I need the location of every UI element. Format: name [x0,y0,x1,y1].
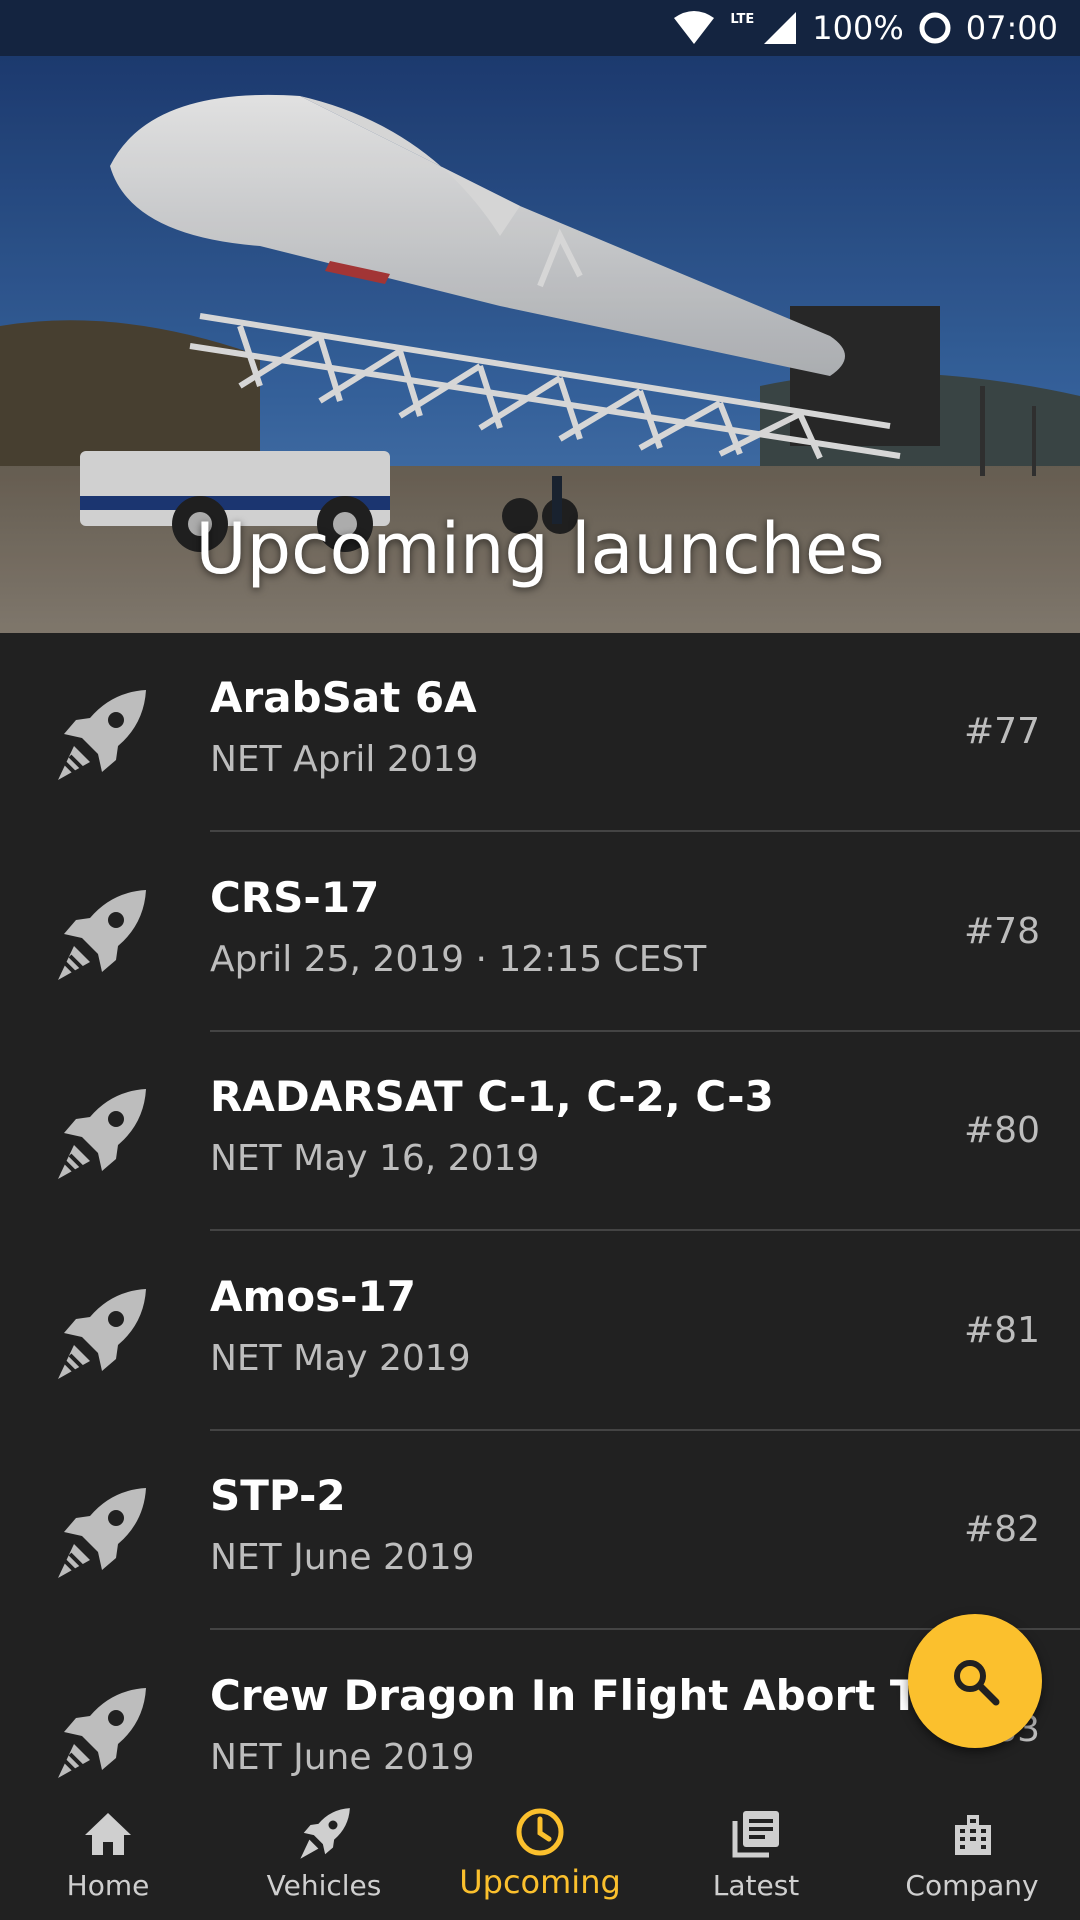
rocket-icon [58,890,146,980]
page-title: Upcoming launches [195,508,885,590]
nav-home[interactable]: Home [0,1793,216,1920]
launch-date: April 25, 2019 · 12:15 CEST [210,939,707,980]
status-bar: LTE 100% 07:00 [0,0,1080,56]
nav-label: Company [905,1869,1039,1902]
nav-upcoming[interactable]: Upcoming [432,1793,648,1920]
mission-name: Crew Dragon In Flight Abort Test [210,1671,987,1720]
home-icon [85,1813,131,1855]
nav-label: Home [66,1869,150,1902]
wifi-icon [674,11,715,44]
nav-label: Vehicles [266,1869,382,1902]
mission-name: Amos-17 [210,1272,417,1321]
flight-number: #82 [964,1509,1040,1550]
clock-icon [516,1808,564,1856]
rocket-icon [58,1289,146,1379]
launch-list-item[interactable]: CRS-17 April 25, 2019 · 12:15 CEST #78 [0,833,1080,1032]
rocket-icon [58,1488,146,1578]
nav-company[interactable]: Company [864,1793,1080,1920]
battery-text: 100% [812,9,904,47]
rocket-icon [58,690,146,780]
library-icon [732,1811,779,1858]
network-type: LTE [730,11,755,27]
header-banner: Upcoming launches [0,56,1080,633]
nav-latest[interactable]: Latest [648,1793,864,1920]
launch-list-item[interactable]: Amos-17 NET May 2019 #81 [0,1232,1080,1431]
mission-name: ArabSat 6A [210,673,477,722]
nav-label: Upcoming [459,1863,621,1901]
rocket-icon [58,1688,146,1778]
search-icon [954,1660,1000,1706]
launch-date: NET May 2019 [210,1338,471,1379]
nav-label: Latest [712,1869,800,1902]
bottom-navigation: Home Vehicles Upcoming Latest Company [0,1793,1080,1920]
mission-name: RADARSAT C-1, C-2, C-3 [210,1072,774,1121]
flight-number: #78 [964,911,1040,952]
clock-time: 07:00 [965,9,1058,47]
battery-saver-icon [919,12,951,44]
flight-number: #81 [964,1310,1040,1351]
rocket-icon [300,1808,350,1859]
mission-name: CRS-17 [210,873,380,922]
nav-vehicles[interactable]: Vehicles [216,1793,432,1920]
launch-list[interactable]: ArabSat 6A NET April 2019 #77 CRS-17 Apr… [0,633,1080,1793]
flight-number: #77 [964,711,1040,752]
launch-list-item[interactable]: RADARSAT C-1, C-2, C-3 NET May 16, 2019 … [0,1032,1080,1231]
launch-list-item[interactable]: STP-2 NET June 2019 #82 [0,1431,1080,1630]
rocket-icon [58,1089,146,1179]
divider [210,830,1080,832]
launch-date: NET June 2019 [210,1737,475,1778]
launch-list-item[interactable]: ArabSat 6A NET April 2019 #77 [0,633,1080,832]
signal-icon [764,12,797,44]
flight-number: #80 [964,1110,1040,1151]
divider [210,1229,1080,1231]
mission-name: STP-2 [210,1471,346,1520]
launch-date: NET June 2019 [210,1537,475,1578]
launch-date: NET April 2019 [210,739,479,780]
launch-date: NET May 16, 2019 [210,1138,540,1179]
building-icon [955,1815,991,1855]
search-button[interactable] [908,1614,1042,1748]
